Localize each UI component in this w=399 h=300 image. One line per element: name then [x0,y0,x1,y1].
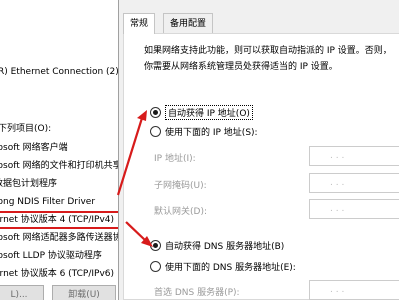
gateway-dots: . . . [330,204,345,214]
ip-address-input[interactable]: . . . [309,146,399,166]
list-item-label: rosoft LLDP 协议驱动程序 [0,251,102,261]
general-panel: 如果网络支持此功能，则可以获取自动指派的 IP 设置。否则，你需要从网络系统管理… [123,33,399,300]
items-label: 下列项目(O): [0,124,52,134]
radio-unchecked-icon [150,125,161,137]
list-item[interactable]: rong NDIS Filter Driver [0,193,136,211]
subnet-mask-label: 子网掩码(U): [154,181,207,191]
ip-auto-label: 自动获得 IP 地址(O) [165,104,253,120]
radio-unchecked-icon [150,260,161,272]
dns-manual-label: 使用下面的 DNS 服务器地址(E): [165,262,296,273]
uninstall-button[interactable]: 卸载(U) [52,285,116,300]
list-item[interactable]: rosoft 网络的文件和打印机共享 [0,157,136,175]
list-item-label: rosoft 网络的文件和打印机共享 [0,161,122,171]
tab-alternate-config[interactable]: 备用配置 [163,13,214,33]
list-item[interactable]: rosoft 网络客户端 [0,139,136,157]
components-list[interactable]: rosoft 网络客户端 rosoft 网络的文件和打印机共享 数据包计划程序 … [0,139,136,279]
list-item-label: rosoft 网络客户端 [0,143,68,153]
preferred-dns-input[interactable]: . . . [309,280,399,300]
gateway-label: 默认网关(D): [154,207,207,217]
tab-general[interactable]: 常规 [123,13,156,34]
list-item[interactable]: ernet 协议版本 6 (TCP/IPv6) [0,265,136,283]
ip-address-label: IP 地址(I): [154,154,196,164]
list-item[interactable]: rosoft LLDP 协议驱动程序 [0,247,136,265]
list-item[interactable]: rosoft 网络适配器多路传送器协 [0,229,136,247]
list-item-label: rosoft 网络适配器多路传送器协 [0,233,122,243]
list-item-label: ernet 协议版本 4 (TCP/IPv4) [0,215,115,225]
list-item[interactable]: 数据包计划程序 [0,175,136,193]
subnet-mask-dots: . . . [330,178,345,188]
dns-auto-label: 自动获得 DNS 服务器地址(B) [165,241,285,252]
list-item-label: 数据包计划程序 [0,179,58,189]
install-button[interactable]: L)... [0,285,44,300]
ip-auto-radio[interactable]: 自动获得 IP 地址(O) [150,104,253,120]
list-item-label: rong NDIS Filter Driver [0,197,96,207]
gateway-input[interactable]: . . . [309,199,399,219]
ip-address-dots: . . . [330,151,345,161]
list-item-label: ernet 协议版本 6 (TCP/IPv6) [0,269,115,279]
radio-checked-icon [150,239,161,251]
preferred-dns-label: 首选 DNS 服务器(P): [154,288,240,298]
radio-checked-icon [150,106,161,118]
ip-manual-label: 使用下面的 IP 地址(S): [165,127,258,138]
list-item-tcpipv4[interactable]: ernet 协议版本 4 (TCP/IPv4) [0,211,136,229]
ipv4-properties-dialog: 常规 备用配置 如果网络支持此功能，则可以获取自动指派的 IP 设置。否则，你需… [118,0,399,300]
dns-auto-radio[interactable]: 自动获得 DNS 服务器地址(B) [150,237,284,253]
dns-manual-radio[interactable]: 使用下面的 DNS 服务器地址(E): [150,258,296,274]
subnet-mask-input[interactable]: . . . [309,173,399,193]
description-text: 如果网络支持此功能，则可以获取自动指派的 IP 设置。否则，你需要从网络系统管理… [144,46,392,72]
ip-manual-radio[interactable]: 使用下面的 IP 地址(S): [150,123,258,139]
preferred-dns-dots: . . . [330,285,345,295]
